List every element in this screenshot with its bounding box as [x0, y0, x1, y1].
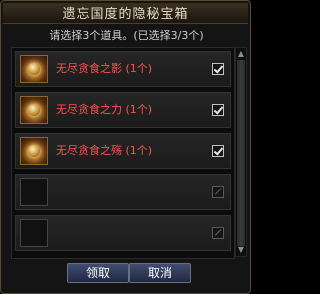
treasure-chest-dialog: 遗忘国度的隐秘宝箱 请选择3个道具。(已选择3/3个) 无尽贪食之影 (1个) … — [0, 0, 251, 294]
item-label: 无尽贪食之影 (1个) — [56, 62, 153, 75]
ring-icon — [20, 96, 48, 124]
title-bar[interactable]: 遗忘国度的隐秘宝箱 — [3, 3, 248, 24]
scroll-down-icon[interactable]: ▼ — [237, 245, 245, 255]
list-item[interactable]: 无尽贪食之影 (1个) — [15, 51, 231, 87]
item-checkbox[interactable] — [212, 145, 224, 157]
selection-instruction: 请选择3个道具。(已选择3/3个) — [49, 29, 204, 42]
scroll-up-icon[interactable]: ▲ — [237, 49, 245, 59]
list-item[interactable]: 无尽贪食之殇 (1个) — [15, 133, 231, 169]
empty-slot-icon — [20, 178, 48, 206]
item-list: 无尽贪食之影 (1个) 无尽贪食之力 (1个) 无尽贪食之殇 (1个) — [11, 47, 235, 259]
list-item-empty — [15, 215, 231, 251]
item-label: 无尽贪食之力 (1个) — [56, 103, 153, 116]
item-checkbox[interactable] — [212, 63, 224, 75]
ring-icon — [20, 55, 48, 83]
empty-slot-icon — [20, 219, 48, 247]
cancel-button[interactable]: 取消 — [129, 263, 191, 283]
list-scrollbar[interactable]: ▲ ▼ — [235, 47, 247, 257]
item-checkbox[interactable] — [212, 104, 224, 116]
confirm-button[interactable]: 领取 — [67, 263, 129, 283]
dialog-title: 遗忘国度的隐秘宝箱 — [62, 7, 189, 22]
ring-icon — [20, 137, 48, 165]
list-item[interactable]: 无尽贪食之力 (1个) — [15, 92, 231, 128]
list-item-empty — [15, 174, 231, 210]
item-checkbox-disabled — [212, 186, 224, 198]
scroll-thumb[interactable] — [237, 60, 245, 246]
item-label: 无尽贪食之殇 (1个) — [56, 144, 153, 157]
item-checkbox-disabled — [212, 227, 224, 239]
